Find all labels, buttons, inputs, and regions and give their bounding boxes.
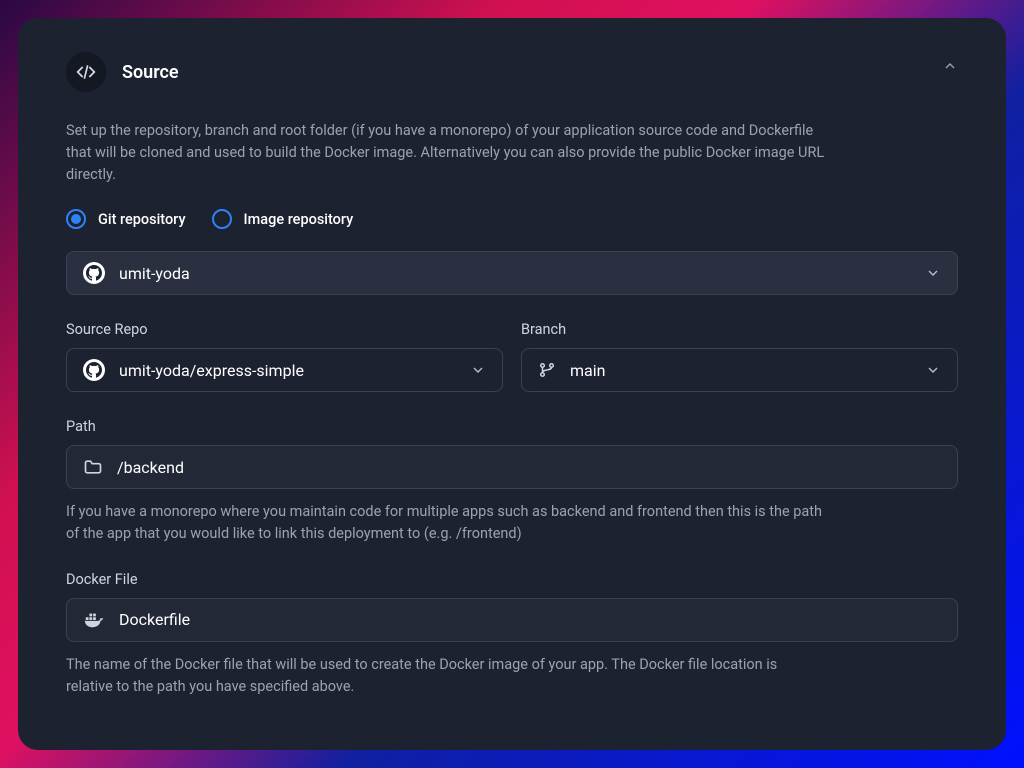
path-help: If you have a monorepo where you maintai… [66, 501, 826, 545]
docker-icon [83, 609, 105, 631]
chevron-down-icon [925, 265, 941, 281]
dockerfile-label: Docker File [66, 571, 958, 588]
dockerfile-input[interactable]: Dockerfile [66, 598, 958, 642]
chevron-down-icon [925, 362, 941, 378]
collapse-toggle[interactable] [942, 58, 958, 74]
radio-label: Git repository [98, 211, 186, 228]
account-value: umit-yoda [119, 264, 190, 283]
branch-icon [538, 361, 556, 379]
source-repo-label: Source Repo [66, 321, 503, 338]
radio-indicator [212, 209, 232, 229]
source-repo-select[interactable]: umit-yoda/express-simple [66, 348, 503, 392]
path-label: Path [66, 418, 958, 435]
radio-indicator [66, 209, 86, 229]
source-type-radio-group: Git repository Image repository [66, 209, 958, 229]
path-value: /backend [117, 458, 184, 477]
folder-icon [83, 457, 103, 477]
path-input[interactable]: /backend [66, 445, 958, 489]
source-repo-value: umit-yoda/express-simple [119, 361, 304, 380]
section-description: Set up the repository, branch and root f… [66, 120, 826, 185]
code-icon [66, 52, 106, 92]
radio-git-repository[interactable]: Git repository [66, 209, 186, 229]
account-select[interactable]: umit-yoda [66, 251, 958, 295]
radio-label: Image repository [244, 211, 354, 228]
branch-label: Branch [521, 321, 958, 338]
source-panel: Source Set up the repository, branch and… [18, 18, 1006, 750]
dockerfile-value: Dockerfile [119, 610, 190, 629]
branch-value: main [570, 361, 605, 380]
radio-image-repository[interactable]: Image repository [212, 209, 354, 229]
chevron-down-icon [470, 362, 486, 378]
section-header: Source [66, 52, 958, 92]
dockerfile-help: The name of the Docker file that will be… [66, 654, 826, 698]
section-title: Source [122, 62, 179, 83]
branch-select[interactable]: main [521, 348, 958, 392]
github-icon [83, 359, 105, 381]
github-icon [83, 262, 105, 284]
